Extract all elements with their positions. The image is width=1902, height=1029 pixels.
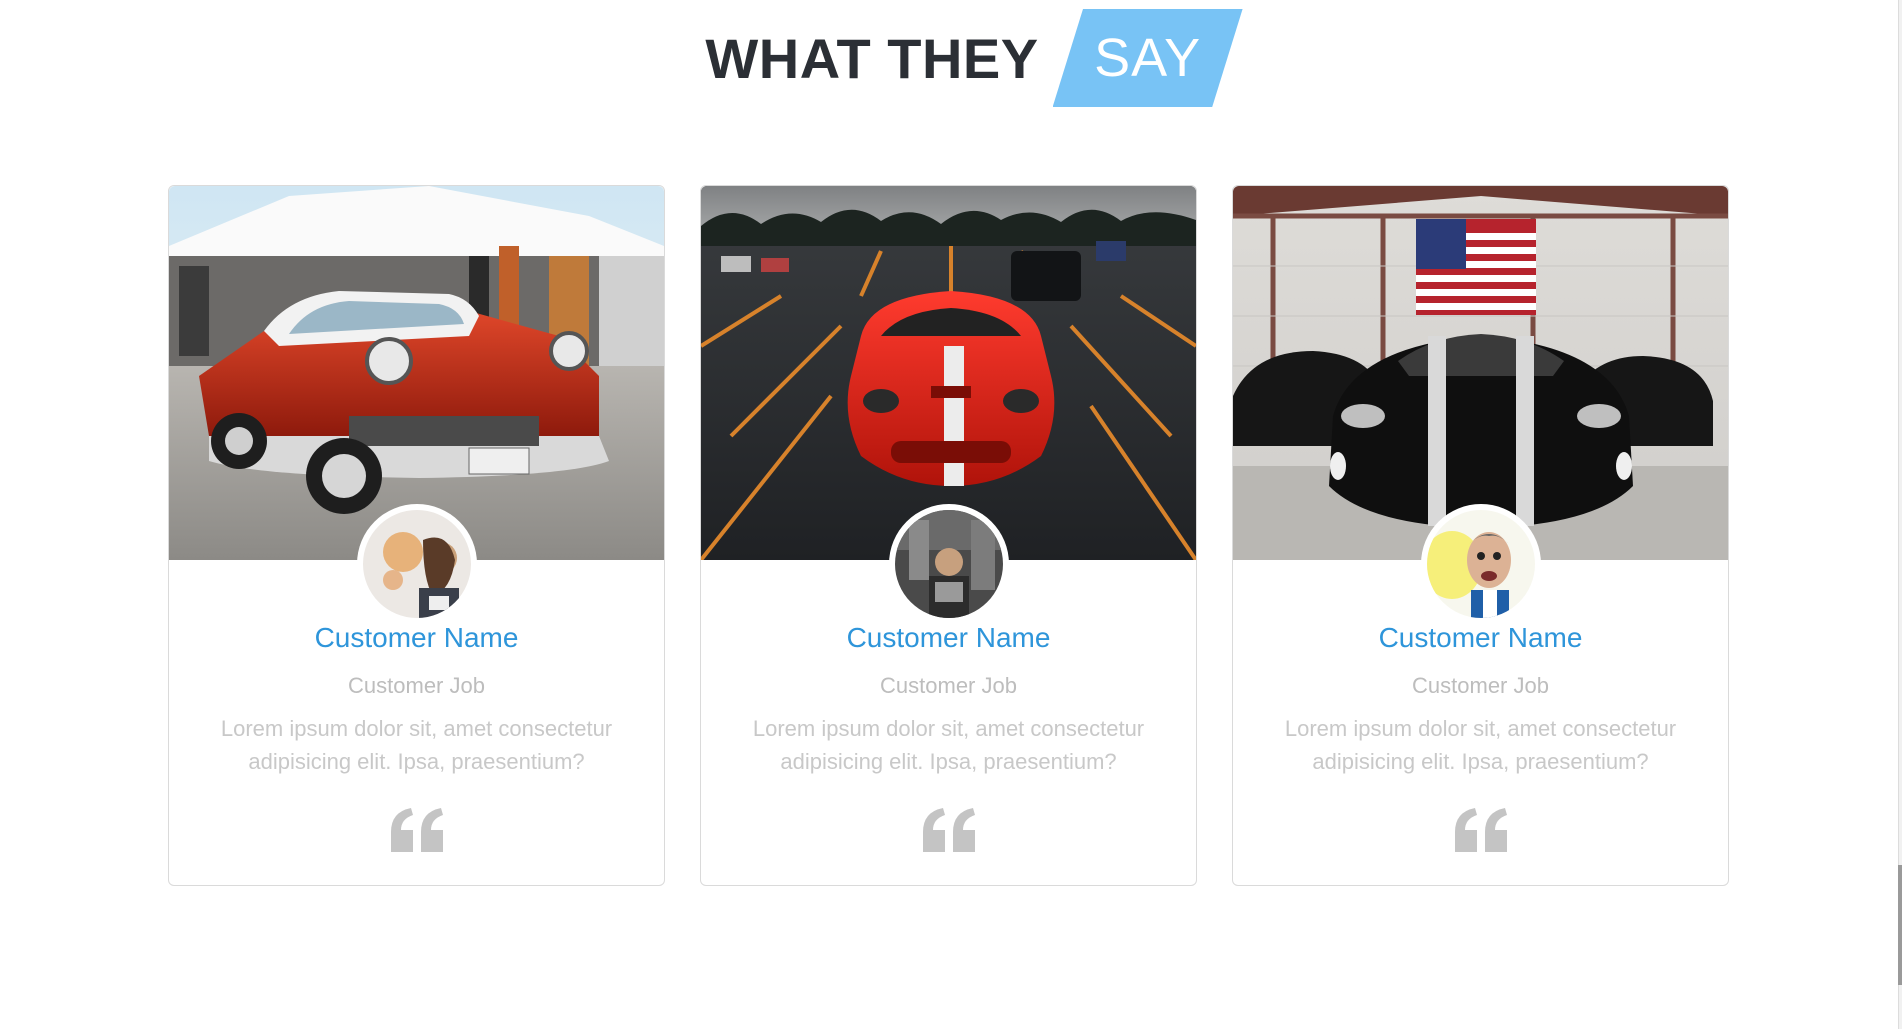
customer-name: Customer Name <box>1378 622 1583 653</box>
testimonial-card: Customer Name Customer Job Lorem ipsum d… <box>1232 185 1729 886</box>
testimonial-card: Customer Name Customer Job Lorem ipsum d… <box>168 185 665 886</box>
testimonial-text: Lorem ipsum dolor sit, amet consectetur … <box>1284 716 1677 774</box>
testimonial-body: Customer Name Customer Job Lorem ipsum d… <box>1233 616 1728 854</box>
quote-icon <box>921 806 977 854</box>
heading-accent-badge: SAY <box>1052 9 1243 107</box>
testimonial-body: Customer Name Customer Job Lorem ipsum d… <box>701 616 1196 854</box>
quote-icon <box>389 806 445 854</box>
customer-avatar <box>356 504 477 624</box>
customer-avatar <box>1420 504 1541 624</box>
customer-job: Customer Job <box>880 673 1017 698</box>
heading-main-text: WHAT THEY <box>705 26 1039 90</box>
testimonial-text: Lorem ipsum dolor sit, amet consectetur … <box>752 716 1145 774</box>
customer-job: Customer Job <box>348 673 485 698</box>
testimonials-section: WHAT THEY SAY Customer Name Customer Job… <box>0 0 1902 1029</box>
testimonial-text: Lorem ipsum dolor sit, amet consectetur … <box>220 716 613 774</box>
testimonial-cards: Customer Name Customer Job Lorem ipsum d… <box>168 185 1729 886</box>
customer-name: Customer Name <box>846 622 1051 653</box>
section-heading: WHAT THEY SAY <box>0 8 1898 108</box>
scrollbar-thumb[interactable] <box>1898 865 1902 985</box>
customer-name: Customer Name <box>314 622 519 653</box>
customer-avatar <box>888 504 1009 624</box>
testimonial-body: Customer Name Customer Job Lorem ipsum d… <box>169 616 664 854</box>
heading-accent-text: SAY <box>1094 28 1202 88</box>
customer-job: Customer Job <box>1412 673 1549 698</box>
quote-icon <box>1453 806 1509 854</box>
testimonial-card: Customer Name Customer Job Lorem ipsum d… <box>700 185 1197 886</box>
